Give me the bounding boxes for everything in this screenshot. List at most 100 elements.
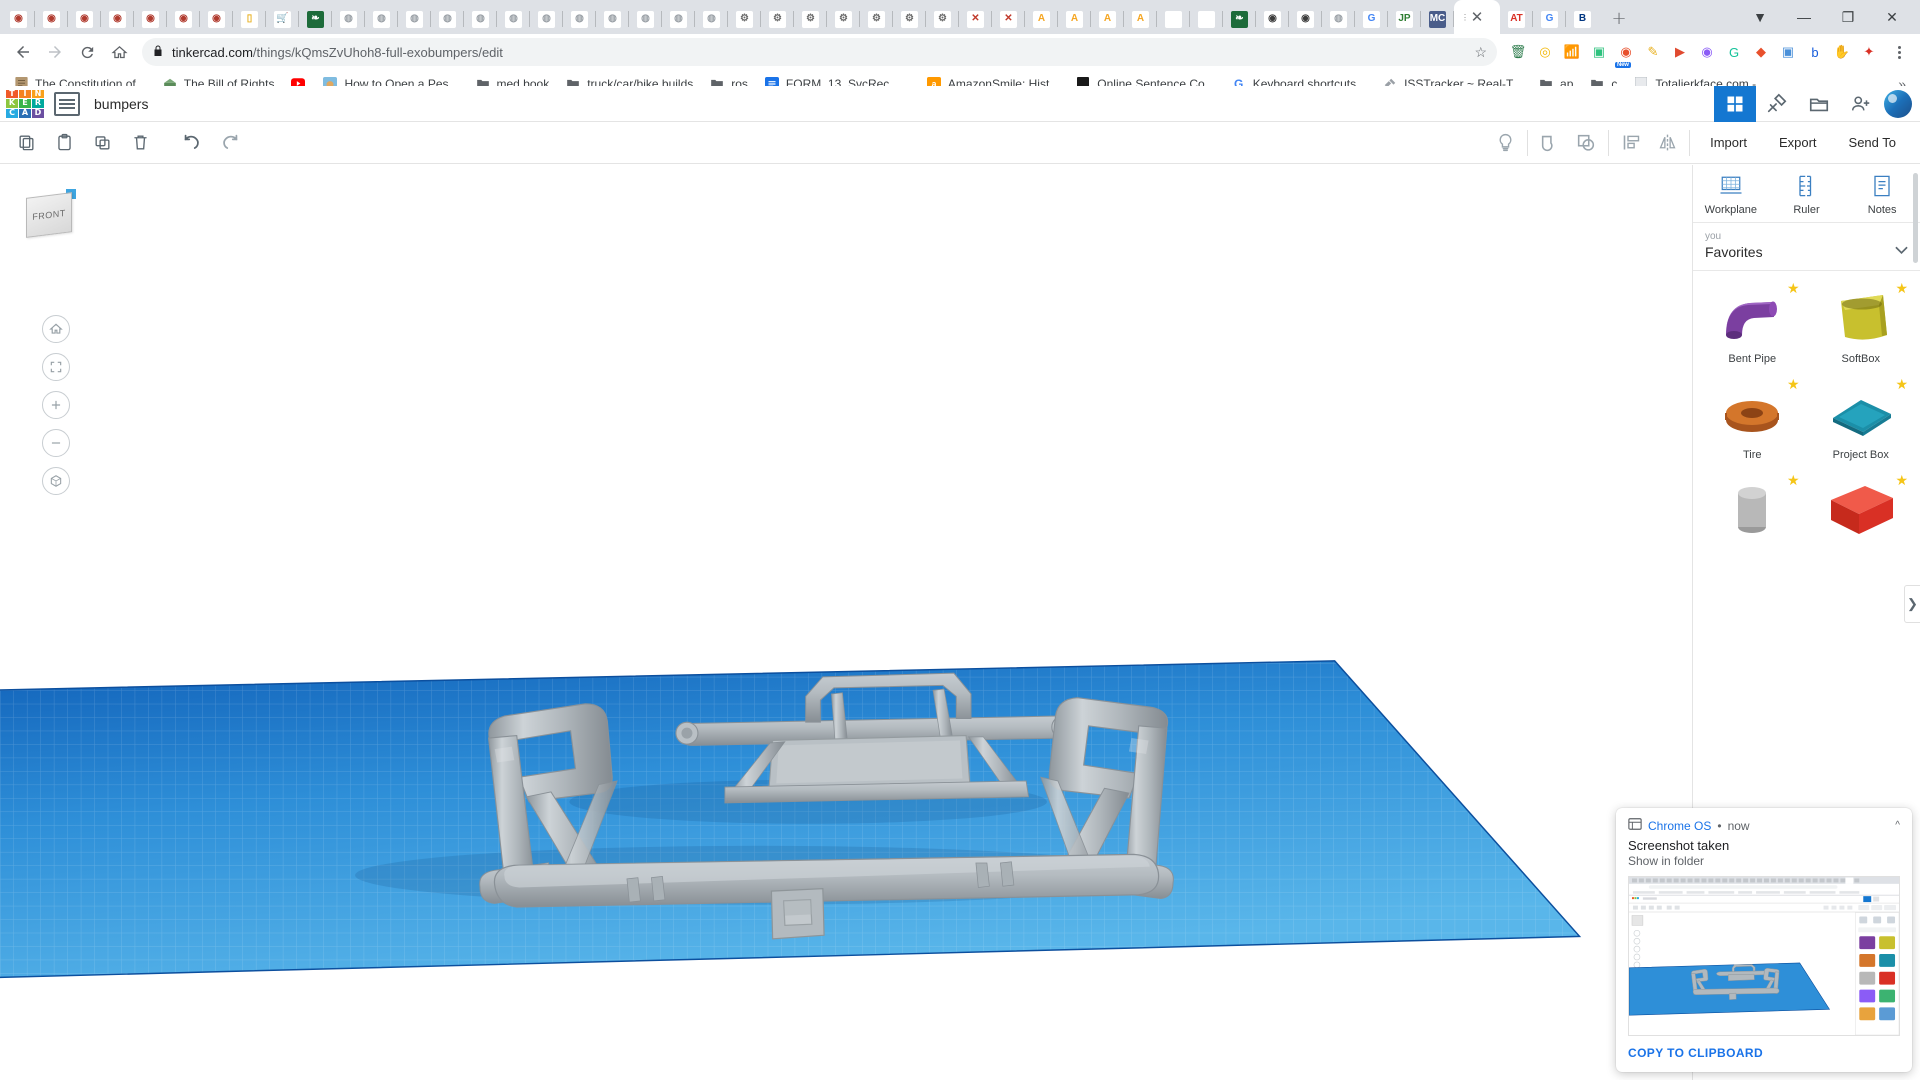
close-tab-icon[interactable]: ✕: [1471, 9, 1484, 25]
view-cube[interactable]: FRONT: [26, 187, 78, 239]
favorite-star-icon[interactable]: ★: [1787, 281, 1800, 295]
mirror-button[interactable]: [1649, 126, 1685, 160]
browser-tab[interactable]: A: [1025, 4, 1058, 34]
favorite-star-icon[interactable]: ★: [1787, 473, 1800, 487]
browser-tab[interactable]: A: [1124, 4, 1157, 34]
browser-tab[interactable]: ◉: [1289, 4, 1322, 34]
browser-tab[interactable]: ⚙: [794, 4, 827, 34]
view-cube-front-face[interactable]: FRONT: [26, 192, 72, 238]
screenshot-notification-toast[interactable]: Chrome OS • now ^ Screenshot taken Show …: [1616, 808, 1912, 1072]
grammarly-extension-icon[interactable]: G: [1721, 39, 1747, 65]
rss-extension-icon[interactable]: 📶: [1559, 39, 1585, 65]
workplane-tool[interactable]: Workplane: [1693, 173, 1769, 216]
close-window-button[interactable]: ✕: [1870, 1, 1914, 33]
import-button[interactable]: Import: [1694, 127, 1763, 159]
browser-tab[interactable]: ◍: [1322, 4, 1355, 34]
browser-tab[interactable]: ◉: [167, 4, 200, 34]
delete-trash-button[interactable]: [122, 126, 158, 160]
ruler-tool[interactable]: Ruler: [1769, 173, 1845, 216]
invite-person-icon[interactable]: [1840, 86, 1882, 122]
toast-collapse-icon[interactable]: ^: [1895, 820, 1900, 831]
browser-tab[interactable]: ⚙: [728, 4, 761, 34]
hint-bulb-icon[interactable]: [1487, 126, 1523, 160]
redo-button[interactable]: [212, 126, 248, 160]
back-button[interactable]: [8, 37, 38, 67]
browser-tab[interactable]: ◍: [497, 4, 530, 34]
honey-extension-icon[interactable]: ◎: [1532, 39, 1558, 65]
browser-tab[interactable]: ⚙: [893, 4, 926, 34]
address-bar[interactable]: tinkercad.com/things/kQmsZvUhoh8-full-ex…: [142, 38, 1497, 66]
browser-tab[interactable]: ◉: [101, 4, 134, 34]
copy-to-clipboard-button[interactable]: COPY TO CLIPBOARD: [1616, 1036, 1912, 1072]
toast-subtitle[interactable]: Show in folder: [1616, 853, 1912, 876]
collection-picker[interactable]: you Favorites: [1693, 223, 1920, 271]
browser-tab[interactable]: G: [1533, 4, 1566, 34]
project-title[interactable]: bumpers: [94, 96, 148, 112]
ungroup-button[interactable]: [1568, 126, 1604, 160]
fit-all-button[interactable]: [42, 353, 70, 381]
browser-tab[interactable]: G: [1355, 4, 1388, 34]
browser-tab[interactable]: ◉: [1256, 4, 1289, 34]
tinkercad-logo[interactable]: TIN KER CAD: [6, 89, 44, 118]
codeblocks-hammer-icon[interactable]: [1756, 86, 1798, 122]
browser-tab[interactable]: A: [1058, 4, 1091, 34]
browser-tab[interactable]: AT: [1500, 4, 1533, 34]
shield-extension-icon[interactable]: ◆: [1748, 39, 1774, 65]
trash-extension-icon[interactable]: 🗑: [1505, 39, 1531, 65]
reload-button[interactable]: [72, 37, 102, 67]
browser-tab[interactable]: MC: [1421, 4, 1454, 34]
browser-tab[interactable]: B: [1566, 4, 1599, 34]
messages-extension-icon[interactable]: ▣: [1586, 39, 1612, 65]
shape-item[interactable]: ★ Tire: [1699, 375, 1806, 467]
shape-item[interactable]: ★ SoftBox: [1808, 279, 1915, 371]
browser-tab[interactable]: ◍: [596, 4, 629, 34]
browser-tab[interactable]: ◍: [398, 4, 431, 34]
browser-tab[interactable]: ⚙: [827, 4, 860, 34]
undo-button[interactable]: [174, 126, 210, 160]
browser-tab[interactable]: ◍: [365, 4, 398, 34]
maximize-button[interactable]: ❐: [1826, 1, 1870, 33]
browser-tab[interactable]: ◉: [2, 4, 35, 34]
hand-extension-icon[interactable]: ✋: [1829, 39, 1855, 65]
home-button[interactable]: [104, 37, 134, 67]
chevron-down-icon[interactable]: [1895, 246, 1908, 258]
bookmark-star-icon[interactable]: ☆: [1466, 44, 1487, 61]
browser-tab[interactable]: [1190, 4, 1223, 34]
browser-tab[interactable]: ◍: [431, 4, 464, 34]
copy-button[interactable]: [8, 126, 44, 160]
browser-tab[interactable]: ❧: [299, 4, 332, 34]
browser-tab[interactable]: ⚙: [860, 4, 893, 34]
ortho-perspective-button[interactable]: [42, 467, 70, 495]
group-button[interactable]: [1532, 126, 1568, 160]
paste-button[interactable]: [46, 126, 82, 160]
active-browser-tab[interactable]: ⋮ ✕: [1454, 0, 1500, 34]
favorite-star-icon[interactable]: ★: [1895, 473, 1908, 487]
browser-tab[interactable]: ◉: [68, 4, 101, 34]
design-grid-icon[interactable]: [1714, 85, 1756, 122]
browser-tab[interactable]: ◍: [464, 4, 497, 34]
duplicate-button[interactable]: [84, 126, 120, 160]
browser-tab[interactable]: ◉: [134, 4, 167, 34]
new-tab-button[interactable]: +: [1605, 4, 1633, 32]
camera-extension-icon[interactable]: ▣: [1775, 39, 1801, 65]
browser-tab[interactable]: ◍: [662, 4, 695, 34]
notes-tool[interactable]: Notes: [1844, 173, 1920, 216]
profile-chip-button[interactable]: ▼: [1738, 1, 1782, 33]
browser-tab[interactable]: 🛒: [266, 4, 299, 34]
favorite-star-icon[interactable]: ★: [1787, 377, 1800, 391]
browser-tab[interactable]: ⚙: [926, 4, 959, 34]
bitwarden-extension-icon[interactable]: b: [1802, 39, 1828, 65]
browser-tab[interactable]: A: [1091, 4, 1124, 34]
shape-item[interactable]: ★ Bent Pipe: [1699, 279, 1806, 371]
send-to-button[interactable]: Send To: [1833, 127, 1912, 159]
chrome-menu-button[interactable]: [1886, 39, 1912, 65]
browser-tab[interactable]: JP: [1388, 4, 1421, 34]
browser-tab[interactable]: ✕: [992, 4, 1025, 34]
pencil-extension-icon[interactable]: ✎: [1640, 39, 1666, 65]
forward-button[interactable]: [40, 37, 70, 67]
zoom-in-button[interactable]: [42, 391, 70, 419]
browser-tab[interactable]: ✕: [959, 4, 992, 34]
browser-tab[interactable]: ◍: [563, 4, 596, 34]
star-extension-icon[interactable]: ✦: [1856, 39, 1882, 65]
browser-tab[interactable]: ⚙: [761, 4, 794, 34]
